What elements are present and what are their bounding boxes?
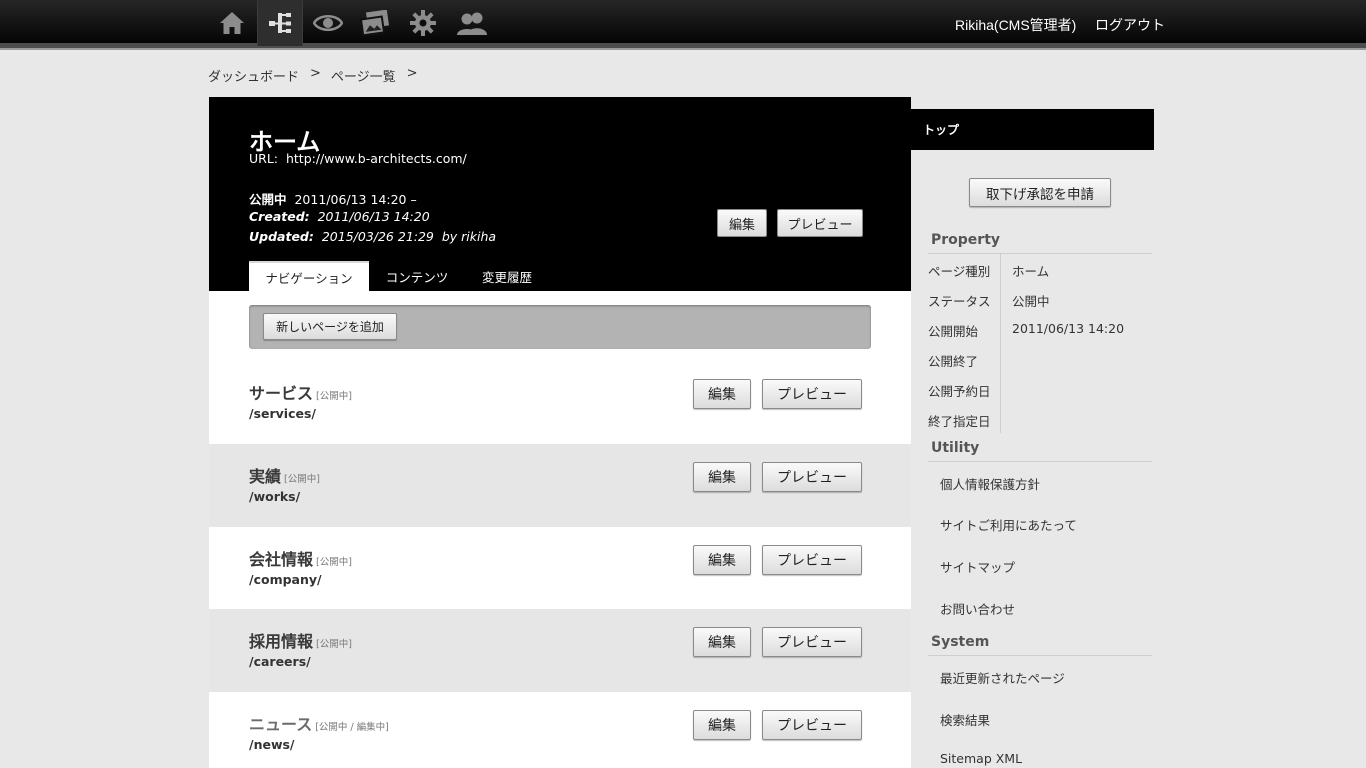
row-status: [公開中] bbox=[284, 474, 320, 485]
tab-contents[interactable]: コンテンツ bbox=[377, 261, 457, 291]
row-edit-button[interactable]: 編集 bbox=[693, 710, 751, 740]
breadcrumb-dashboard[interactable]: ダッシュボード bbox=[208, 66, 299, 85]
property-label: ステータス bbox=[928, 294, 991, 309]
system-link-search-results[interactable]: 検索結果 bbox=[940, 710, 990, 729]
add-new-page-button[interactable]: 新しいページを追加 bbox=[263, 313, 397, 340]
section-divider bbox=[928, 461, 1152, 462]
row-preview-button[interactable]: プレビュー bbox=[762, 710, 862, 740]
current-user-name[interactable]: Rikiha(CMS管理者) bbox=[955, 15, 1076, 35]
property-section-title: Property bbox=[931, 232, 1001, 248]
url-label: URL: bbox=[249, 151, 279, 166]
section-divider bbox=[928, 655, 1152, 656]
breadcrumb-separator: > bbox=[310, 66, 321, 81]
created-label: Created: bbox=[249, 209, 310, 224]
created-line: Created: 2011/06/13 14:20 bbox=[249, 209, 430, 224]
url-value: http://www.b-architects.com/ bbox=[285, 151, 467, 166]
property-value: 公開中 bbox=[1012, 294, 1050, 309]
system-section-title: System bbox=[931, 634, 990, 650]
row-status: [公開中 / 編集中] bbox=[315, 722, 389, 733]
page-row-careers: 採用情報 [公開中] /careers/ 編集 プレビュー bbox=[209, 609, 911, 692]
row-title[interactable]: 会社情報 [公開中] bbox=[249, 546, 352, 570]
row-path: /company/ bbox=[249, 572, 322, 587]
page-header: ホーム URL: http://www.b-architects.com/ 公開… bbox=[209, 97, 911, 291]
system-link-sitemap-xml[interactable]: Sitemap XML bbox=[940, 751, 1022, 766]
property-label: 公開開始 bbox=[928, 324, 979, 339]
row-preview-button[interactable]: プレビュー bbox=[762, 462, 862, 492]
gear-icon[interactable] bbox=[400, 0, 446, 46]
row-title[interactable]: 採用情報 [公開中] bbox=[249, 628, 352, 652]
page-row-company: 会社情報 [公開中] /company/ 編集 プレビュー bbox=[209, 527, 911, 610]
page-row-works: 実績 [公開中] /works/ 編集 プレビュー bbox=[209, 444, 911, 527]
row-status: [公開中] bbox=[316, 391, 352, 402]
request-withdraw-approval-button[interactable]: 取下げ承認を申請 bbox=[969, 178, 1111, 207]
page-toolbar: 新しいページを追加 bbox=[249, 305, 871, 349]
eye-icon[interactable] bbox=[305, 0, 351, 46]
page-edit-button[interactable]: 編集 bbox=[717, 209, 767, 237]
row-path: /services/ bbox=[249, 406, 316, 421]
tab-history[interactable]: 変更履歴 bbox=[475, 261, 539, 291]
property-label: 公開予約日 bbox=[928, 384, 991, 399]
updated-line: Updated: 2015/03/26 21:29 by rikiha bbox=[249, 229, 496, 244]
property-label: 終了指定日 bbox=[928, 414, 991, 429]
row-status: [公開中] bbox=[316, 639, 352, 650]
row-path: /works/ bbox=[249, 489, 301, 504]
updated-value: 2015/03/26 21:29 bbox=[321, 229, 434, 244]
property-label: ページ種別 bbox=[928, 264, 991, 279]
row-preview-button[interactable]: プレビュー bbox=[762, 379, 862, 409]
system-link-recent-pages[interactable]: 最近更新されたページ bbox=[940, 668, 1065, 687]
row-path: /news/ bbox=[249, 737, 295, 752]
utility-section-title: Utility bbox=[931, 440, 980, 456]
row-preview-button[interactable]: プレビュー bbox=[762, 545, 862, 575]
page-row-services: サービス [公開中] /services/ 編集 プレビュー bbox=[209, 361, 911, 444]
publish-status-label: 公開中 bbox=[249, 192, 287, 207]
users-icon[interactable] bbox=[449, 0, 495, 46]
utility-link-privacy[interactable]: 個人情報保護方針 bbox=[940, 474, 1040, 493]
utility-link-sitemap[interactable]: サイトマップ bbox=[940, 557, 1015, 576]
page-preview-button[interactable]: プレビュー bbox=[777, 209, 863, 237]
property-column-divider bbox=[1000, 253, 1001, 433]
row-path: /careers/ bbox=[249, 654, 311, 669]
breadcrumb-page-list[interactable]: ページ一覧 bbox=[331, 66, 396, 85]
breadcrumb: ダッシュボード > ページ一覧 > bbox=[208, 66, 428, 85]
publish-status-value: 2011/06/13 14:20 – bbox=[294, 192, 417, 207]
top-navigation-bar: Rikiha(CMS管理者) ログアウト bbox=[0, 0, 1366, 50]
row-status: [公開中] bbox=[316, 557, 352, 568]
row-edit-button[interactable]: 編集 bbox=[693, 462, 751, 492]
property-value: 2011/06/13 14:20 bbox=[1012, 321, 1125, 336]
row-title[interactable]: ニュース [公開中 / 編集中] bbox=[249, 711, 389, 735]
row-preview-button[interactable]: プレビュー bbox=[762, 627, 862, 657]
publish-status-line: 公開中 2011/06/13 14:20 – bbox=[249, 189, 417, 208]
tab-navigation[interactable]: ナビゲーション bbox=[249, 261, 369, 291]
created-value: 2011/06/13 14:20 bbox=[317, 209, 430, 224]
sitemap-icon[interactable] bbox=[257, 0, 303, 46]
row-edit-button[interactable]: 編集 bbox=[693, 379, 751, 409]
utility-link-contact[interactable]: お問い合わせ bbox=[940, 599, 1015, 618]
images-icon[interactable] bbox=[352, 0, 398, 46]
row-edit-button[interactable]: 編集 bbox=[693, 627, 751, 657]
home-icon[interactable] bbox=[209, 0, 255, 46]
row-edit-button[interactable]: 編集 bbox=[693, 545, 751, 575]
row-title[interactable]: サービス [公開中] bbox=[249, 380, 352, 404]
row-title[interactable]: 実績 [公開中] bbox=[249, 463, 320, 487]
logout-link[interactable]: ログアウト bbox=[1095, 15, 1165, 35]
section-divider bbox=[928, 253, 1152, 254]
page-row-news: ニュース [公開中 / 編集中] /news/ 編集 プレビュー bbox=[209, 692, 911, 768]
property-value: ホーム bbox=[1012, 264, 1050, 279]
breadcrumb-separator: > bbox=[406, 66, 418, 81]
page-url: URL: http://www.b-architects.com/ bbox=[249, 151, 467, 166]
updated-by: by rikiha bbox=[441, 229, 497, 244]
utility-link-terms[interactable]: サイトご利用にあたって bbox=[940, 515, 1077, 534]
sidebar-header: トップ bbox=[911, 109, 1154, 150]
main-panel: ホーム URL: http://www.b-architects.com/ 公開… bbox=[209, 97, 911, 768]
property-label: 公開終了 bbox=[928, 354, 979, 369]
updated-label: Updated: bbox=[249, 229, 314, 244]
